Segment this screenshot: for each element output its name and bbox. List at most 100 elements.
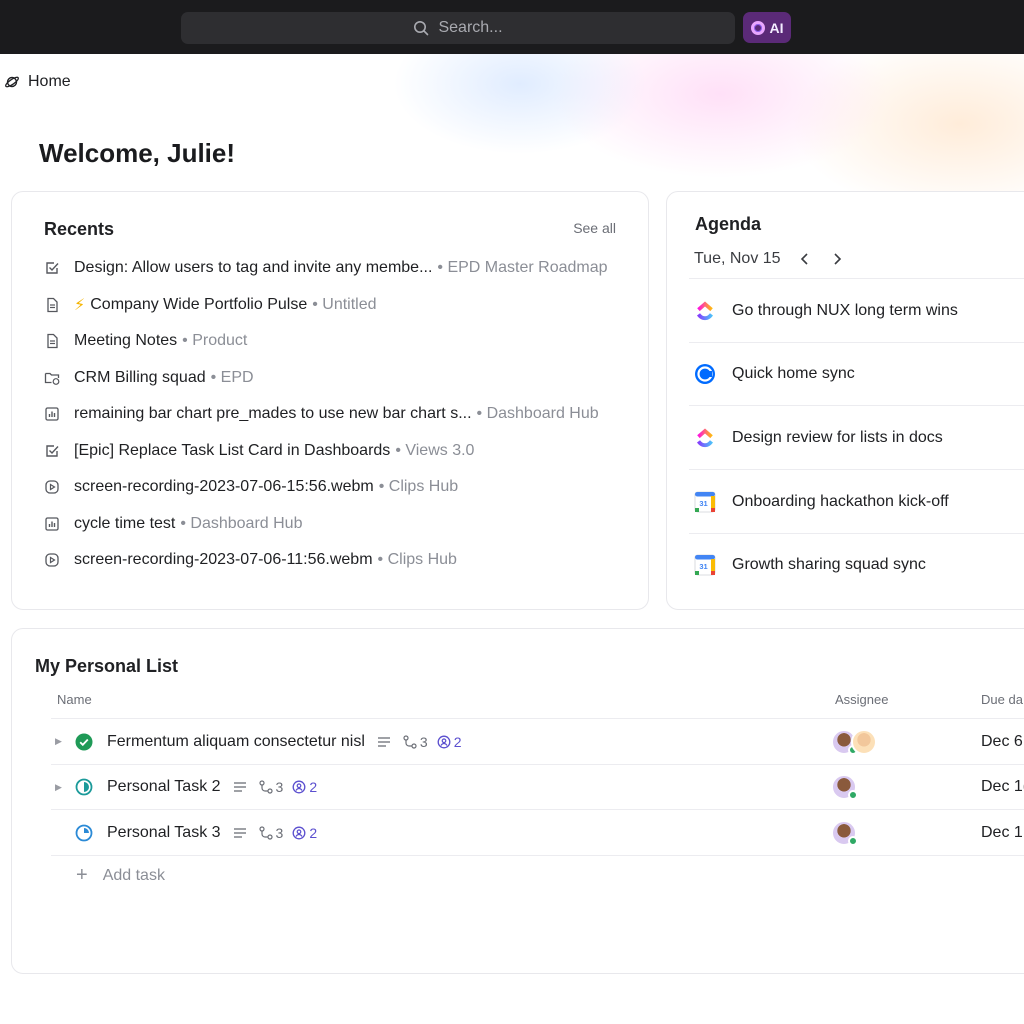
task-due-date[interactable]: Dec 1( <box>981 778 1024 796</box>
description-icon <box>233 826 250 840</box>
lightning-icon: ⚡ <box>74 296 86 314</box>
subtask-icon <box>258 780 273 794</box>
assigned-value: 2 <box>453 733 462 750</box>
subtask-icon <box>403 734 417 749</box>
column-header-assignee[interactable]: Assignee <box>835 692 888 707</box>
calendly-logo-icon <box>694 363 716 385</box>
subtask-icon <box>258 825 273 840</box>
ai-button[interactable]: AI <box>743 12 791 43</box>
status-complete-icon[interactable] <box>75 733 93 751</box>
avatar[interactable] <box>831 774 858 800</box>
agenda-date-nav: Tue, Nov 15 <box>694 250 845 268</box>
chevron-right-icon[interactable] <box>829 251 845 267</box>
search-placeholder: Search... <box>438 19 503 36</box>
subtasks-count[interactable]: 3 <box>258 779 283 795</box>
agenda-event[interactable]: Quick home sync <box>689 341 1024 406</box>
subtasks-count[interactable]: 3 <box>258 825 283 841</box>
breadcrumb[interactable]: Home <box>4 72 71 92</box>
recent-item-name: screen-recording-2023-07-06-15:56.webm <box>74 478 374 495</box>
assigned-comments-count[interactable]: 2 <box>437 733 462 750</box>
column-header-name[interactable]: Name <box>57 692 92 707</box>
agenda-event-title: Growth sharing squad sync <box>732 556 926 574</box>
recent-item[interactable]: screen-recording-2023-07-06-15:56.webm • … <box>44 475 634 499</box>
recent-item[interactable]: cycle time test • Dashboard Hub <box>44 512 634 536</box>
assigned-value: 2 <box>309 824 318 841</box>
agenda-event-title: Onboarding hackathon kick-off <box>732 492 949 510</box>
add-task-button[interactable]: + Add task <box>76 864 165 887</box>
online-status-dot <box>848 790 858 800</box>
agenda-date: Tue, Nov 15 <box>694 250 781 267</box>
subtasks-count[interactable]: 3 <box>403 734 428 750</box>
task-meta: 32 <box>233 779 327 795</box>
assigned-value: 2 <box>309 779 318 795</box>
avatar[interactable] <box>851 728 877 755</box>
clickup-logo-icon <box>694 427 716 449</box>
recent-item-location: • Dashboard Hub <box>476 405 599 422</box>
recent-item[interactable]: Design: Allow users to tag and invite an… <box>44 256 634 280</box>
agenda-event[interactable]: 31 Onboarding hackathon kick-off <box>689 469 1024 533</box>
recents-title: Recents <box>44 219 115 239</box>
assigned-comments-count[interactable]: 2 <box>292 825 317 841</box>
doc-icon <box>44 297 60 313</box>
search-bar[interactable]: Search... <box>181 12 735 44</box>
recent-item-name: CRM Billing squad <box>74 368 206 386</box>
recent-item-location: • Untitled <box>312 295 377 313</box>
task-row[interactable]: Personal Task 3 3 2 Dec 1 <box>51 809 1024 855</box>
assigned-comment-icon <box>437 735 451 748</box>
expand-caret-icon[interactable]: ▶ <box>55 782 65 793</box>
doc-icon <box>44 333 60 349</box>
description-icon <box>377 735 394 749</box>
bar-chart-icon <box>44 516 60 532</box>
recent-item[interactable]: remaining bar chart pre_mades to use new… <box>44 402 634 426</box>
recent-item[interactable]: [Epic] Replace Task List Card in Dashboa… <box>44 439 634 463</box>
assignee-avatars[interactable] <box>831 819 858 846</box>
see-all-link[interactable]: See all <box>573 220 616 236</box>
recent-item-name: Meeting Notes <box>74 332 178 349</box>
ai-label: AI <box>769 19 784 36</box>
online-status-dot <box>848 835 858 846</box>
column-header-due[interactable]: Due da <box>981 692 1023 707</box>
page-title: Welcome, Julie! <box>39 138 236 168</box>
status-in-progress-icon[interactable] <box>75 778 93 796</box>
svg-text:31: 31 <box>699 562 707 571</box>
agenda-event[interactable]: Design review for lists in docs <box>689 405 1024 469</box>
assignee-avatars[interactable] <box>831 774 858 800</box>
add-task-label: Add task <box>102 866 165 884</box>
personal-list-title: My Personal List <box>35 656 179 676</box>
recent-item-location: • Dashboard Hub <box>180 514 303 532</box>
assigned-comment-icon <box>292 780 306 794</box>
recent-item[interactable]: screen-recording-2023-07-06-11:56.webm • … <box>44 548 634 572</box>
recent-item-name: remaining bar chart pre_mades to use new… <box>74 405 472 422</box>
agenda-event[interactable]: 31 Growth sharing squad sync <box>689 532 1024 597</box>
task-name[interactable]: Personal Task 2 <box>107 778 221 796</box>
status-todo-icon[interactable] <box>75 824 93 842</box>
agenda-event[interactable]: Go through NUX long term wins <box>689 278 1024 342</box>
recent-item[interactable]: ⚡ Company Wide Portfolio Pulse • Untitled <box>44 293 634 317</box>
task-due-date[interactable]: Dec 1 <box>981 824 1023 842</box>
recent-item-name: Company Wide Portfolio Pulse <box>90 295 308 313</box>
assigned-comment-icon <box>292 826 306 839</box>
task-name[interactable]: Personal Task 3 <box>107 824 221 842</box>
task-due-date[interactable]: Dec 6 <box>981 733 1023 751</box>
recent-item[interactable]: Meeting Notes • Product <box>44 329 634 353</box>
expand-caret-icon[interactable]: ▶ <box>55 736 65 747</box>
recent-item-location: • Product <box>182 332 248 349</box>
recent-item[interactable]: CRM Billing squad • EPD <box>44 366 634 390</box>
recent-item-location: • Clips Hub <box>377 551 457 568</box>
play-icon <box>44 552 60 568</box>
ai-logo-icon <box>750 20 765 35</box>
recent-item-location: • Clips Hub <box>378 478 459 495</box>
task-list-divider <box>51 855 1024 856</box>
task-row[interactable]: ▶ Personal Task 2 3 2 Dec 1( <box>51 763 1024 810</box>
task-name[interactable]: Fermentum aliquam consectetur nisl <box>107 733 365 751</box>
chevron-left-icon[interactable] <box>797 251 813 267</box>
assigned-comments-count[interactable]: 2 <box>292 779 317 795</box>
agenda-title: Agenda <box>695 214 762 234</box>
recent-item-location: • EPD Master Roadmap <box>437 259 608 276</box>
agenda-event-title: Design review for lists in docs <box>732 428 943 446</box>
avatar[interactable] <box>831 819 858 846</box>
assignee-avatars[interactable] <box>831 728 877 755</box>
task-row[interactable]: ▶ Fermentum aliquam consectetur nisl 3 2 Dec… <box>51 718 1024 764</box>
description-icon <box>233 780 250 794</box>
recent-item-name: cycle time test <box>74 514 176 532</box>
